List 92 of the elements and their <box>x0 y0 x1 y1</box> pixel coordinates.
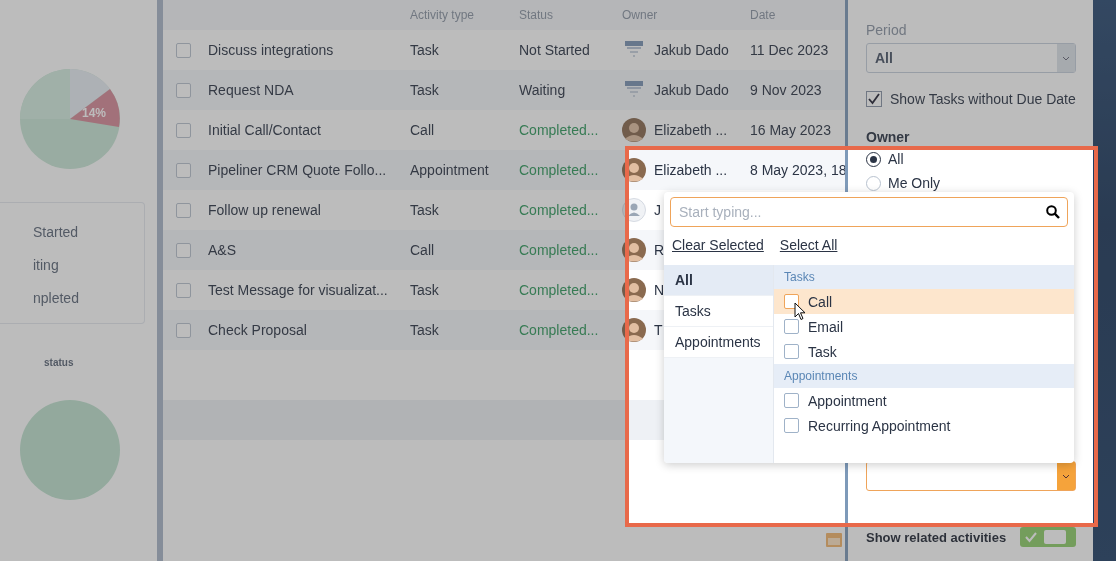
option-label[interactable]: Task <box>808 343 837 360</box>
radio-label: All <box>888 151 904 167</box>
row-checkbox[interactable] <box>176 42 191 58</box>
subject-cell-text: Discuss integrations <box>208 42 335 58</box>
checkbox-label: Show Tasks without Due Date <box>890 91 1076 107</box>
column-header: Activity type <box>410 8 476 22</box>
avatar-icon <box>622 318 646 342</box>
option-label[interactable]: Recurring Appointment <box>808 417 951 434</box>
date-cell-text: 16 May 2023 <box>750 122 832 138</box>
option-label[interactable]: Appointment <box>808 392 887 409</box>
column-header: Date <box>750 8 777 22</box>
row-checkbox[interactable] <box>176 162 191 178</box>
status-cell-text: Completed... <box>519 322 600 338</box>
row-checkbox[interactable] <box>176 282 191 298</box>
action-link[interactable]: Clear Selected <box>672 237 764 253</box>
row-checkbox[interactable] <box>176 82 191 98</box>
type-cell-text: Task <box>410 42 440 58</box>
status-cell-text: Waiting <box>519 82 567 98</box>
row-checkbox[interactable] <box>176 122 191 138</box>
group-header: Appointments <box>784 369 858 383</box>
legend-label: Started <box>33 223 80 242</box>
category-item[interactable]: Tasks <box>664 296 773 327</box>
subject-cell-text: Initial Call/Contact <box>208 122 322 138</box>
toggle-label: Show related activities <box>866 529 1007 545</box>
avatar-icon <box>622 238 646 262</box>
date-cell-text: 11 Dec 2023 <box>750 42 830 58</box>
owner-label: Owner <box>866 128 911 147</box>
chevron-icon <box>1062 473 1070 479</box>
legend-label: npleted <box>33 289 80 308</box>
column-header: Owner <box>622 8 659 22</box>
owner-cell: T <box>654 322 663 338</box>
section-label: status <box>44 357 75 368</box>
option-label[interactable]: Email <box>808 318 843 335</box>
category-item[interactable]: All <box>664 265 773 296</box>
owner-cell: Elizabeth ... <box>654 162 728 178</box>
owner-cell: R <box>654 242 665 258</box>
calendar-icon <box>826 533 842 547</box>
date-cell-text: 9 Nov 2023 <box>750 82 823 98</box>
status-cell-text: Not Started <box>519 42 591 58</box>
subject-cell-text: Follow up renewal <box>208 202 322 218</box>
type-cell-text: Task <box>410 82 440 98</box>
type-cell-text: Task <box>410 322 440 338</box>
option-label[interactable]: Call <box>808 293 833 310</box>
status-cell-text: Completed... <box>519 122 600 138</box>
category-item[interactable]: Appointments <box>664 327 773 358</box>
period-label: Period <box>866 21 908 40</box>
radio-label: Me Only <box>888 175 941 191</box>
checkbox[interactable] <box>784 393 799 408</box>
row-checkbox[interactable] <box>176 242 191 258</box>
owner-cell: Jakub Dado <box>654 42 729 58</box>
avatar-icon <box>622 278 646 302</box>
check-icon <box>1024 531 1038 543</box>
date-cell: 8 May 2023, 18 <box>750 162 845 178</box>
checkbox[interactable] <box>784 344 799 359</box>
subject-cell-text: Check Proposal <box>208 322 308 338</box>
chevron-icon <box>1062 55 1070 61</box>
search-field[interactable]: Start typing... <box>670 197 1068 227</box>
owner-cell: N <box>654 282 665 298</box>
subject-cell-text: Test Message for visualizat... <box>208 282 389 298</box>
row-checkbox[interactable] <box>176 202 191 218</box>
type-cell-text: Call <box>410 242 436 258</box>
column-header: Status <box>519 8 555 22</box>
checkbox[interactable] <box>866 91 882 107</box>
status-cell-text: Completed... <box>519 162 600 178</box>
checkbox[interactable] <box>784 319 799 334</box>
checkbox[interactable] <box>784 418 799 433</box>
subject-cell-text: A&S <box>208 242 237 258</box>
row-checkbox[interactable] <box>176 322 191 338</box>
subject-cell-text: Request NDA <box>208 82 295 98</box>
owner-cell: Elizabeth ... <box>654 122 728 138</box>
avatar-icon <box>622 158 646 182</box>
cursor-icon <box>794 302 806 321</box>
status-cell-text: Completed... <box>519 282 600 298</box>
radio-button[interactable] <box>866 151 881 167</box>
toggle-switch[interactable] <box>1020 527 1076 547</box>
legend-label: iting <box>33 256 60 275</box>
search-icon <box>1046 205 1060 219</box>
group-header: Tasks <box>784 270 815 284</box>
owner-cell: J <box>654 202 661 218</box>
type-cell-text: Task <box>410 202 440 218</box>
type-cell-text: Appointment <box>410 162 490 178</box>
avatar-icon <box>622 118 646 142</box>
period-select[interactable]: All <box>866 43 1076 73</box>
status-cell-text: Completed... <box>519 242 600 258</box>
action-link[interactable]: Select All <box>779 237 838 253</box>
user-icon <box>622 198 646 222</box>
subject-cell-text: Pipeliner CRM Quote Follo... <box>208 162 388 178</box>
pie-label: 14% <box>82 106 107 120</box>
type-cell-text: Task <box>410 282 440 298</box>
type-cell-text: Call <box>410 122 436 138</box>
status-cell-text: Completed... <box>519 202 600 218</box>
owner-cell: Jakub Dado <box>654 82 729 98</box>
